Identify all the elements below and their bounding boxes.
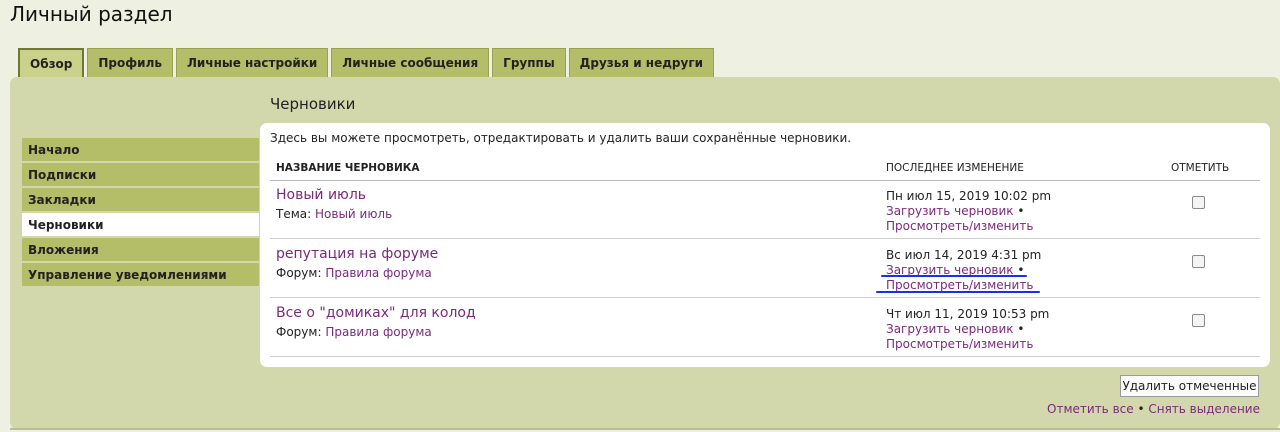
tab-friends-foes[interactable]: Друзья и недруги xyxy=(568,48,715,77)
bullet-separator: • xyxy=(1017,204,1025,218)
delete-marked-button[interactable]: Удалить отмеченные xyxy=(1120,375,1259,397)
draft-title-link[interactable]: репутация на форуме xyxy=(276,246,438,262)
bullet-separator: • xyxy=(1137,402,1145,416)
draft-title-link[interactable]: Все о "домиках" для колод xyxy=(276,305,476,321)
view-edit-link[interactable]: Просмотреть/изменить xyxy=(886,219,1033,233)
tab-bar: Обзор Профиль Личные настройки Личные со… xyxy=(18,48,717,78)
column-header-modified: Последнее изменение xyxy=(886,162,1024,174)
sidebar-item-notifications[interactable]: Управление уведомлениями xyxy=(22,263,259,286)
mark-checkbox[interactable] xyxy=(1192,314,1205,327)
bottom-border xyxy=(10,428,1280,430)
unmark-all-link[interactable]: Снять выделение xyxy=(1148,402,1260,416)
table-row: Новый июль Тема: Новый июль Пн июл 15, 2… xyxy=(270,181,1260,239)
drafts-box: Здесь вы можете просмотреть, отредактиро… xyxy=(260,123,1270,367)
column-header-mark: Отметить xyxy=(1171,162,1230,174)
tab-groups[interactable]: Группы xyxy=(492,48,566,77)
draft-meta-link[interactable]: Правила форума xyxy=(325,266,431,280)
sidebar-item-start[interactable]: Начало xyxy=(22,138,259,161)
draft-meta: Форум: Правила форума xyxy=(276,266,432,280)
sidebar-item-subscriptions[interactable]: Подписки xyxy=(22,163,259,186)
load-draft-link[interactable]: Загрузить черновик xyxy=(886,204,1014,218)
sidebar-item-attachments[interactable]: Вложения xyxy=(22,238,259,261)
bullet-separator: • xyxy=(1017,322,1025,336)
load-draft-action: Загрузить черновик • xyxy=(886,322,1024,336)
draft-date: Пн июл 15, 2019 10:02 pm xyxy=(886,189,1052,203)
mark-checkbox[interactable] xyxy=(1192,255,1205,268)
draft-meta-link[interactable]: Правила форума xyxy=(325,325,431,339)
page-title: Личный раздел xyxy=(10,2,173,26)
drafts-description: Здесь вы можете просмотреть, отредактиро… xyxy=(270,131,852,145)
tab-private-messages[interactable]: Личные сообщения xyxy=(331,48,490,77)
tab-profile[interactable]: Профиль xyxy=(87,48,173,77)
load-draft-action: Загрузить черновик • xyxy=(886,204,1024,218)
draft-meta: Форум: Правила форума xyxy=(276,325,432,339)
table-row: репутация на форуме Форум: Правила форум… xyxy=(270,240,1260,298)
draft-meta-label: Тема: xyxy=(276,207,312,221)
tab-overview[interactable]: Обзор xyxy=(18,48,85,78)
column-header-name: Название черновика xyxy=(276,162,420,174)
highlight-underline xyxy=(881,275,1027,277)
draft-meta-label: Форум: xyxy=(276,266,322,280)
draft-date: Вс июл 14, 2019 4:31 pm xyxy=(886,248,1042,262)
highlight-underline xyxy=(876,291,1040,293)
sidebar-item-drafts[interactable]: Черновики xyxy=(22,213,259,236)
mark-all-link[interactable]: Отметить все xyxy=(1047,402,1134,416)
draft-date: Чт июл 11, 2019 10:53 pm xyxy=(886,307,1050,321)
sidebar: Начало Подписки Закладки Черновики Вложе… xyxy=(22,138,259,288)
draft-title-link[interactable]: Новый июль xyxy=(276,187,366,203)
draft-meta: Тема: Новый июль xyxy=(276,207,392,221)
sidebar-item-bookmarks[interactable]: Закладки xyxy=(22,188,259,211)
view-edit-link[interactable]: Просмотреть/изменить xyxy=(886,278,1033,292)
mark-links: Отметить все • Снять выделение xyxy=(1047,402,1260,416)
table-row: Все о "домиках" для колод Форум: Правила… xyxy=(270,299,1260,357)
mark-checkbox[interactable] xyxy=(1192,196,1205,209)
section-title: Черновики xyxy=(270,95,356,113)
tab-personal-settings[interactable]: Личные настройки xyxy=(175,48,329,77)
draft-meta-link[interactable]: Новый июль xyxy=(315,207,392,221)
draft-meta-label: Форум: xyxy=(276,325,322,339)
load-draft-link[interactable]: Загрузить черновик xyxy=(886,322,1014,336)
view-edit-link[interactable]: Просмотреть/изменить xyxy=(886,337,1033,351)
